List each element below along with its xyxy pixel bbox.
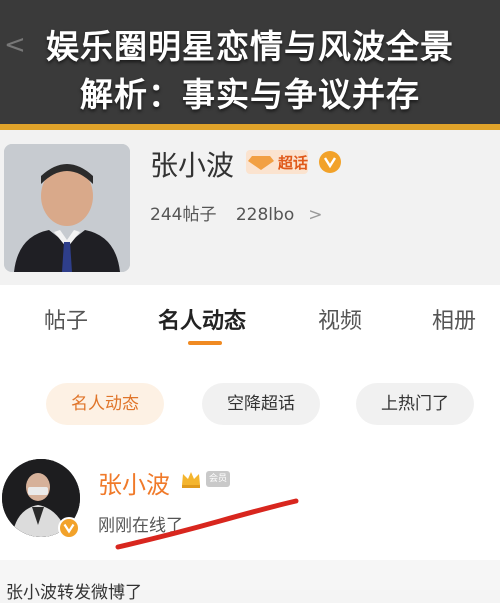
tab-albums[interactable]: 相册 <box>432 303 476 335</box>
tab-videos[interactable]: 视频 <box>318 303 362 335</box>
chip-trending[interactable]: 上热门了 <box>356 383 474 425</box>
profile-avatar[interactable] <box>4 144 130 272</box>
followers-count: 228lbo <box>235 205 295 225</box>
profile-tabs: 帖子 名人动态 视频 相册 <box>0 285 500 362</box>
chevron-right-icon[interactable]: > <box>308 205 322 225</box>
posts-count: 244帖子 <box>150 205 217 225</box>
person-photo-icon <box>4 144 130 272</box>
super-topic-label: 超话 <box>278 154 309 172</box>
verified-icon <box>58 517 80 539</box>
profile-name: 张小波 <box>150 149 235 182</box>
post-item[interactable]: 张小波 会员 刚刚在线了 <box>0 445 500 560</box>
chip-celebrity-news[interactable]: 名人动态 <box>46 383 164 425</box>
tab-celebrity-news[interactable]: 名人动态 <box>158 303 246 335</box>
member-tag: 会员 <box>206 471 230 487</box>
profile-stats: 244帖子 228lbo > <box>150 200 336 225</box>
tab-posts[interactable]: 帖子 <box>44 303 88 335</box>
chip-airdrop-topic[interactable]: 空降超话 <box>202 383 320 425</box>
verified-icon <box>319 151 341 173</box>
profile-header: 张小波 超话 244帖子 228lbo > <box>0 130 500 285</box>
banner-title-line2: 解析：事实与争议并存 <box>80 75 420 114</box>
active-tab-indicator <box>188 341 222 345</box>
crown-icon <box>182 472 200 488</box>
next-post-text: 张小波转发微博了 <box>6 583 142 603</box>
annotation-underline-icon <box>115 498 299 550</box>
caption-banner: < 娱乐圈明星恋情与风波全景 解析：事实与争议并存 <box>0 0 500 124</box>
filter-chips: 名人动态 空降超话 上热门了 <box>0 361 500 445</box>
banner-accent-bar <box>0 124 500 130</box>
banner-title-line1: 娱乐圈明星恋情与风波全景 <box>46 27 454 66</box>
